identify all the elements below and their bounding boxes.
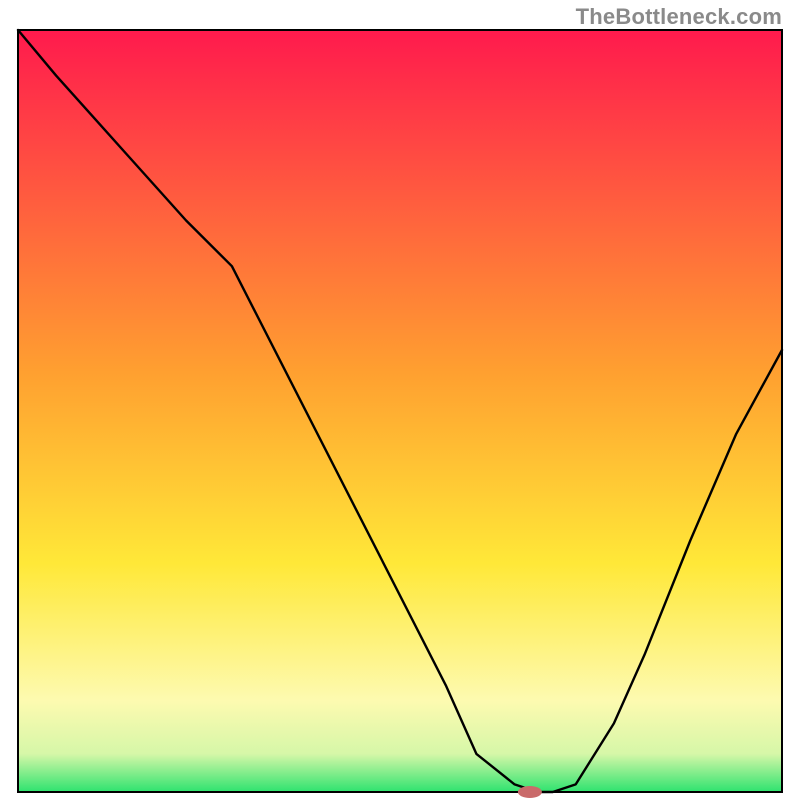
chart-container: { "watermark": "TheBottleneck.com", "cha… bbox=[0, 0, 800, 800]
plot-background bbox=[18, 30, 782, 792]
bottleneck-chart bbox=[0, 0, 800, 800]
current-point-marker bbox=[518, 786, 542, 798]
watermark-text: TheBottleneck.com bbox=[576, 4, 782, 30]
